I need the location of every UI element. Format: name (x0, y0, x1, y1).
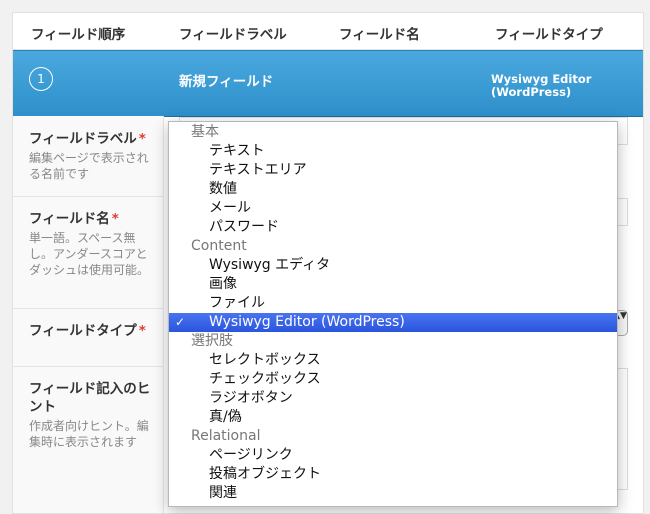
dropdown-group-header: Content (169, 237, 617, 256)
dropdown-item-label: テキスト (209, 143, 265, 159)
field-hint-desc: 作成者向けヒント。編集時に表示されます (29, 419, 149, 449)
dropdown-item-label: ファイル (209, 295, 265, 311)
field-hint-title: フィールド記入のヒント (29, 381, 151, 415)
header-name: フィールド名 (339, 27, 420, 43)
dropdown-item-label: ページリンク (209, 447, 293, 463)
header-label: フィールドラベル (179, 27, 287, 43)
dropdown-item-label: セレクトボックス (209, 352, 321, 368)
dropdown-option[interactable]: セレクトボックス (169, 351, 617, 370)
dropdown-option[interactable]: 投稿オブジェクト (169, 465, 617, 484)
section-field-type: フィールドタイプ * (13, 308, 163, 367)
dropdown-option[interactable]: 関連 (169, 484, 617, 503)
dropdown-option[interactable]: テキスト (169, 142, 617, 161)
dropdown-item-label: 投稿オブジェクト (209, 466, 321, 482)
row-field-label[interactable]: 新規フィールド (179, 70, 273, 90)
dropdown-option[interactable]: Wysiwyg エディタ (169, 256, 617, 275)
row-field-type: Wysiwyg Editor (WordPress) (491, 73, 611, 99)
field-type-title: フィールドタイプ * (29, 323, 146, 339)
required-mark: * (111, 211, 119, 227)
dropdown-option[interactable]: パスワード (169, 218, 617, 237)
field-name-desc: 単一語。スペース無し。アンダースコアとダッシュは使用可能。 (29, 231, 150, 277)
dropdown-item-label: 画像 (209, 276, 237, 292)
dropdown-group-header: Relational (169, 427, 617, 446)
dropdown-item-label: 基本 (191, 124, 219, 140)
required-mark: * (138, 131, 146, 147)
checkmark-icon: ✓ (175, 315, 186, 329)
dropdown-option[interactable]: ラジオボタン (169, 389, 617, 408)
dropdown-item-label: テキストエリア (209, 162, 307, 178)
dropdown-item-label: 関連 (209, 485, 237, 501)
dropdown-option[interactable]: チェックボックス (169, 370, 617, 389)
dropdown-option[interactable]: ファイル (169, 294, 617, 313)
table-header: フィールド順序 フィールドラベル フィールド名 フィールドタイプ (13, 13, 643, 50)
dropdown-item-label: 真/偽 (209, 409, 242, 425)
header-order: フィールド順序 (31, 27, 126, 43)
required-mark: * (138, 323, 146, 339)
dropdown-group-header: 基本 (169, 123, 617, 142)
settings-label-column: フィールドラベル * 編集ページで表示される名前です フィールド名 * 単一語。スペ… (13, 116, 164, 513)
order-number-badge[interactable]: 1 (29, 67, 53, 91)
dropdown-item-label: パスワード (209, 219, 279, 235)
dropdown-item-label: 選択肢 (191, 333, 233, 349)
dropdown-item-label: 数値 (209, 181, 237, 197)
dropdown-option[interactable]: メール (169, 199, 617, 218)
section-field-hint: フィールド記入のヒント 作成者向けヒント。編集時に表示されます (13, 366, 163, 513)
dropdown-item-label: Relational (191, 428, 261, 444)
dropdown-option-selected[interactable]: ✓ Wysiwyg Editor (WordPress) (169, 313, 617, 332)
dropdown-item-label: Wysiwyg Editor (WordPress) (209, 314, 405, 330)
field-type-dropdown-menu[interactable]: 基本テキストテキストエリア 数値メールパスワード Content Wysiwyg エデ… (168, 121, 618, 507)
dropdown-item-label: Wysiwyg エディタ (209, 257, 331, 273)
field-row-selected[interactable]: 1 新規フィールド Wysiwyg Editor (WordPress) (13, 50, 643, 117)
field-label-title: フィールドラベル * (29, 131, 146, 147)
dropdown-option[interactable]: 画像 (169, 275, 617, 294)
dropdown-option[interactable]: 真/偽 (169, 408, 617, 427)
row-field-type-line2: (WordPress) (491, 85, 572, 99)
dropdown-option[interactable]: テキストエリア (169, 161, 617, 180)
dropdown-item-label: メール (209, 200, 251, 216)
dropdown-option[interactable]: ページリンク (169, 446, 617, 465)
field-label-desc: 編集ページで表示される名前です (29, 151, 149, 181)
dropdown-item-label: チェックボックス (209, 371, 321, 387)
field-name-title: フィールド名 * (29, 211, 119, 227)
header-type: フィールドタイプ (495, 27, 603, 43)
dropdown-item-label: Content (191, 238, 247, 254)
section-field-label: フィールドラベル * 編集ページで表示される名前です (13, 116, 163, 197)
dropdown-item-label: ラジオボタン (209, 390, 293, 406)
section-field-name: フィールド名 * 単一語。スペース無し。アンダースコアとダッシュは使用可能。 (13, 196, 163, 309)
dropdown-option[interactable]: 数値 (169, 180, 617, 199)
dropdown-group-header: 選択肢 (169, 332, 617, 351)
